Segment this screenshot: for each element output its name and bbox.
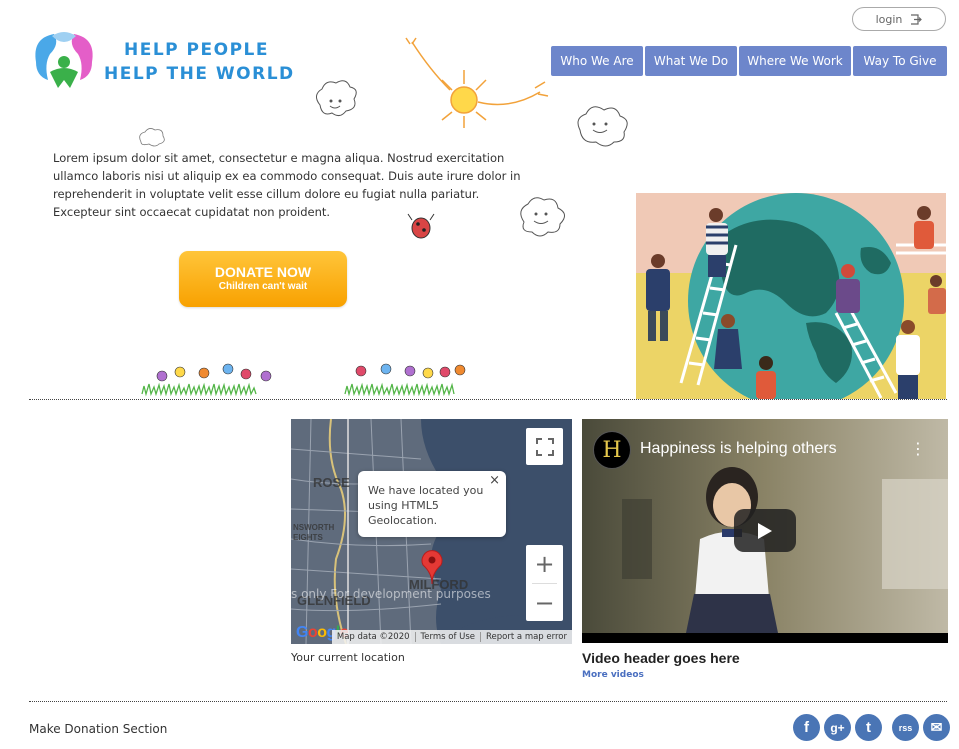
close-icon[interactable]: ×	[489, 473, 500, 488]
zoom-out-button[interactable]: −	[526, 584, 563, 622]
social-links: f g+ t rss ✉	[793, 714, 950, 741]
map-popup-text: We have located you using HTML5 Geolocat…	[368, 484, 484, 527]
section-divider-top	[29, 399, 947, 400]
cloud-doodle-2	[577, 106, 628, 147]
brand-line-1: HELP PEOPLE	[124, 40, 269, 60]
footer-label: Make Donation Section	[29, 722, 168, 736]
more-videos-link[interactable]: More videos	[582, 670, 644, 680]
more-options-icon[interactable]: ⋮	[910, 439, 926, 458]
map-fullscreen-button[interactable]	[526, 428, 563, 465]
channel-avatar[interactable]: H	[593, 431, 631, 469]
google-plus-icon[interactable]: g+	[824, 714, 851, 741]
login-button[interactable]: login	[852, 7, 946, 31]
nav-item-way-to-give[interactable]: Way To Give	[853, 46, 947, 76]
video-player-title[interactable]: Happiness is helping others	[640, 440, 837, 458]
map-info-popup: We have located you using HTML5 Geolocat…	[358, 471, 506, 537]
nav-item-what-we-do[interactable]: What We Do	[645, 46, 737, 76]
hero-illustration	[636, 193, 946, 399]
fullscreen-icon	[535, 437, 554, 456]
map-place-label: EIGHTS	[293, 533, 323, 542]
zoom-in-button[interactable]: +	[526, 545, 563, 583]
map-terms-link[interactable]: Terms of Use	[414, 632, 481, 642]
email-icon[interactable]: ✉	[923, 714, 950, 741]
rss-icon[interactable]: rss	[892, 714, 919, 741]
main-nav: Who We Are What We Do Where We Work Way …	[551, 46, 947, 76]
nav-item-where-we-work[interactable]: Where We Work	[739, 46, 851, 76]
map-report-error-link[interactable]: Report a map error	[480, 632, 572, 642]
play-button[interactable]	[734, 509, 796, 552]
nav-item-who-we-are[interactable]: Who We Are	[551, 46, 643, 76]
flowers-doodle	[156, 363, 466, 382]
people-hug-logo-icon	[35, 32, 93, 88]
map-place-label: ROSE	[313, 475, 350, 490]
donate-now-button[interactable]: DONATE NOW Children can't wait	[179, 251, 347, 307]
intro-text: Lorem ipsum dolor sit amet, consectetur …	[53, 151, 521, 219]
grass-doodle	[141, 382, 455, 397]
login-label: login	[875, 12, 903, 26]
twitter-icon[interactable]: t	[855, 714, 882, 741]
facebook-icon[interactable]: f	[793, 714, 820, 741]
play-icon	[758, 522, 772, 539]
video-player[interactable]: H Happiness is helping others ⋮	[582, 419, 948, 643]
map-pin-icon[interactable]	[420, 549, 444, 585]
section-divider-bottom	[29, 701, 947, 702]
map-zoom-control: + −	[526, 545, 563, 621]
sun-doodle	[405, 37, 549, 128]
map-data-credit: Map data ©2020	[336, 632, 410, 642]
donate-sublabel: Children can't wait	[218, 281, 308, 292]
map-caption: Your current location	[291, 651, 405, 664]
cloud-doodle-4	[139, 128, 165, 147]
brand-line-2: HELP THE WORLD	[104, 64, 295, 84]
map-attribution: Map data ©2020 Terms of Use Report a map…	[331, 630, 572, 644]
location-map[interactable]: ROSE MILFORD GLENFIELD NSWORTH EIGHTS s …	[291, 419, 572, 644]
brand-title: HELP PEOPLE HELP THE WORLD	[104, 38, 295, 86]
video-header: Video header goes here	[582, 650, 740, 666]
site-logo[interactable]: HELP PEOPLE HELP THE WORLD	[30, 28, 300, 98]
sign-in-icon	[911, 13, 923, 25]
map-place-label: NSWORTH	[293, 523, 335, 532]
donate-label: DONATE NOW	[214, 264, 312, 280]
cloud-doodle-1	[316, 80, 357, 117]
